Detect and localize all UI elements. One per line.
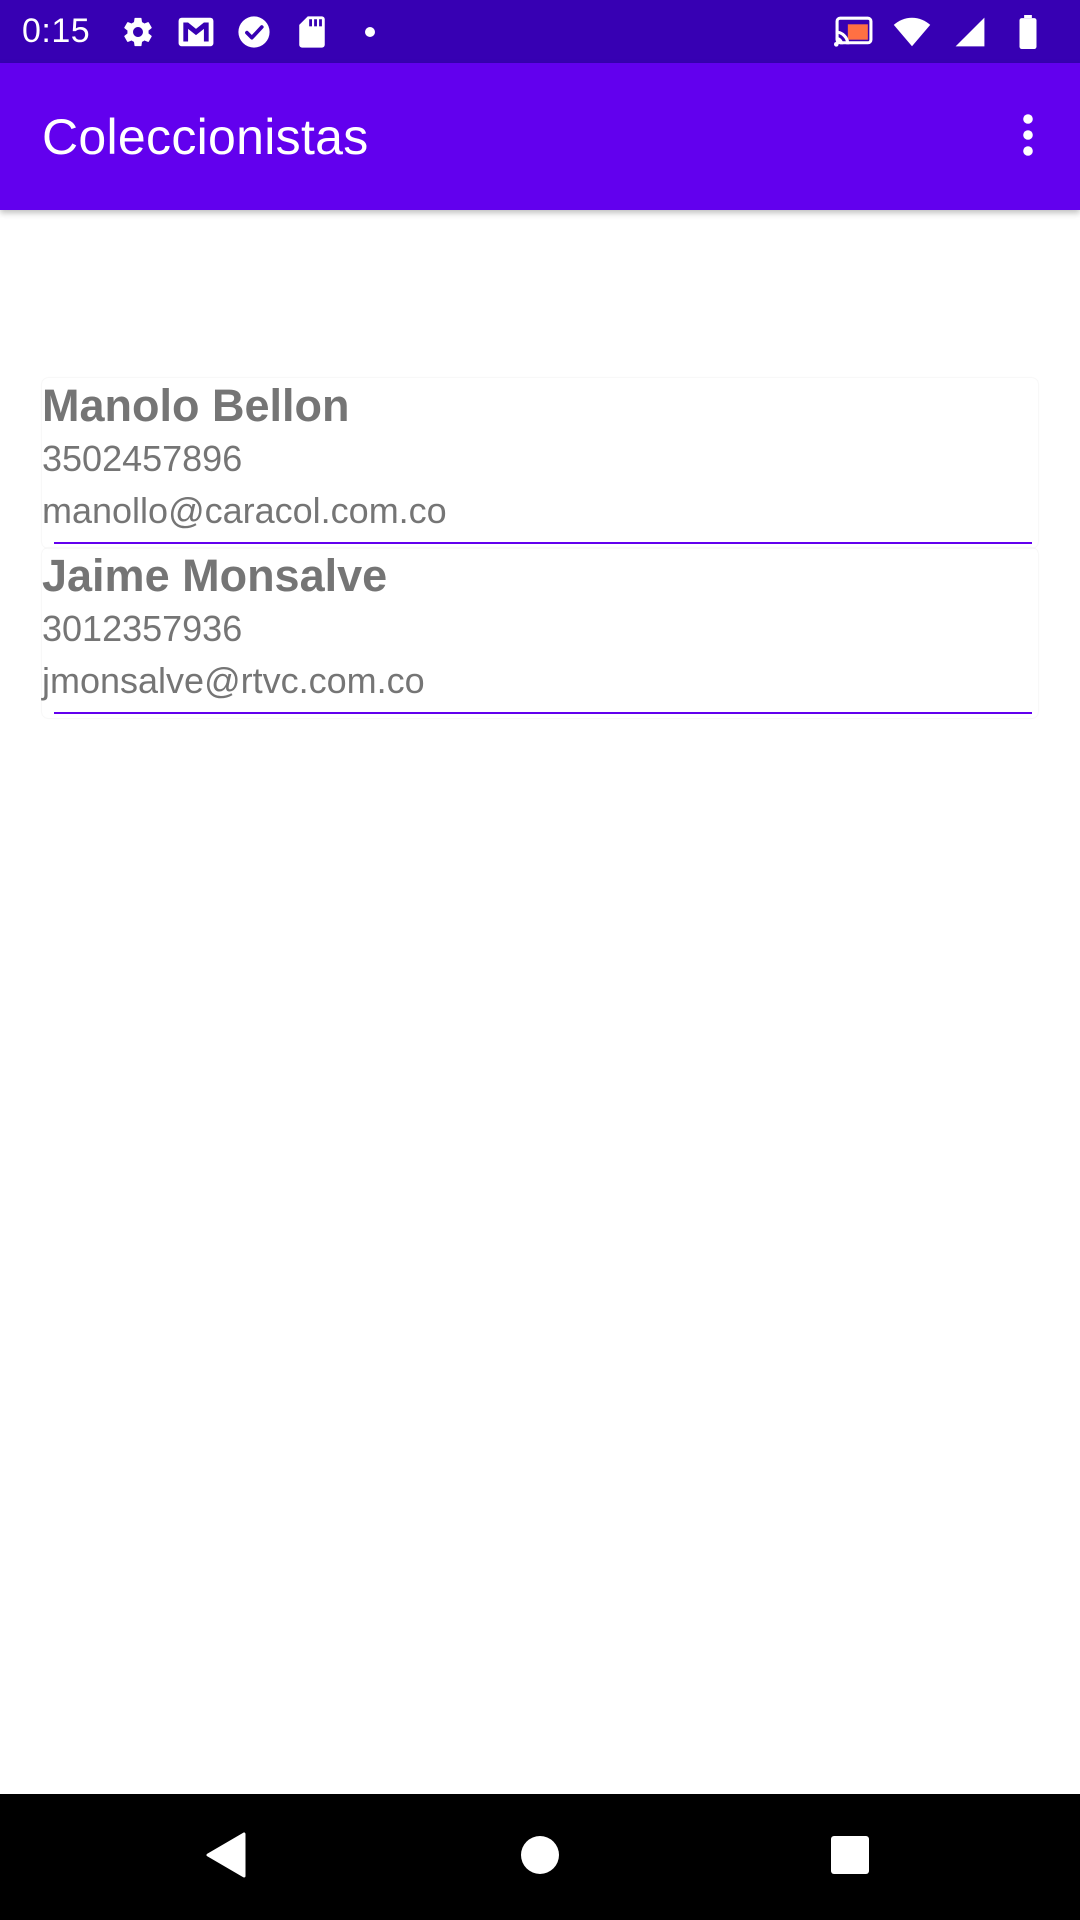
more-options-button[interactable]	[998, 97, 1058, 177]
home-icon	[520, 1835, 560, 1879]
collector-email: manollo@caracol.com.co	[42, 490, 447, 531]
collector-card[interactable]: Jaime Monsalve 3012357936 jmonsalve@rtvc…	[42, 548, 1038, 718]
status-time: 0:15	[22, 12, 91, 50]
collector-card[interactable]: Manolo Bellon 3502457896 manollo@caracol…	[42, 378, 1038, 548]
recents-button[interactable]	[815, 1822, 885, 1892]
status-bar: 0:15	[0, 0, 1080, 63]
gmail-icon	[176, 12, 216, 52]
battery-icon	[1008, 12, 1048, 52]
wifi-icon	[892, 12, 932, 52]
signal-icon	[950, 12, 990, 52]
settings-icon	[118, 12, 158, 52]
back-button[interactable]	[190, 1822, 260, 1892]
navigation-bar	[0, 1794, 1080, 1920]
card-divider	[54, 712, 1032, 714]
card-divider	[54, 542, 1032, 544]
check-circle-icon	[234, 12, 274, 52]
sd-card-icon	[292, 12, 332, 52]
home-button[interactable]	[505, 1822, 575, 1892]
recents-icon	[830, 1835, 870, 1879]
collector-email: jmonsalve@rtvc.com.co	[42, 660, 425, 701]
dot-icon	[350, 12, 390, 52]
back-icon	[204, 1832, 246, 1882]
cast-icon	[834, 12, 874, 52]
app-bar: Coleccionistas	[0, 63, 1080, 210]
more-vert-icon	[1022, 113, 1034, 161]
collector-list: Manolo Bellon 3502457896 manollo@caracol…	[42, 378, 1038, 718]
collector-name: Jaime Monsalve	[42, 550, 388, 601]
collector-name: Manolo Bellon	[42, 380, 350, 431]
app-title: Coleccionistas	[42, 108, 369, 165]
collector-phone: 3502457896	[42, 438, 243, 479]
collector-phone: 3012357936	[42, 608, 243, 649]
